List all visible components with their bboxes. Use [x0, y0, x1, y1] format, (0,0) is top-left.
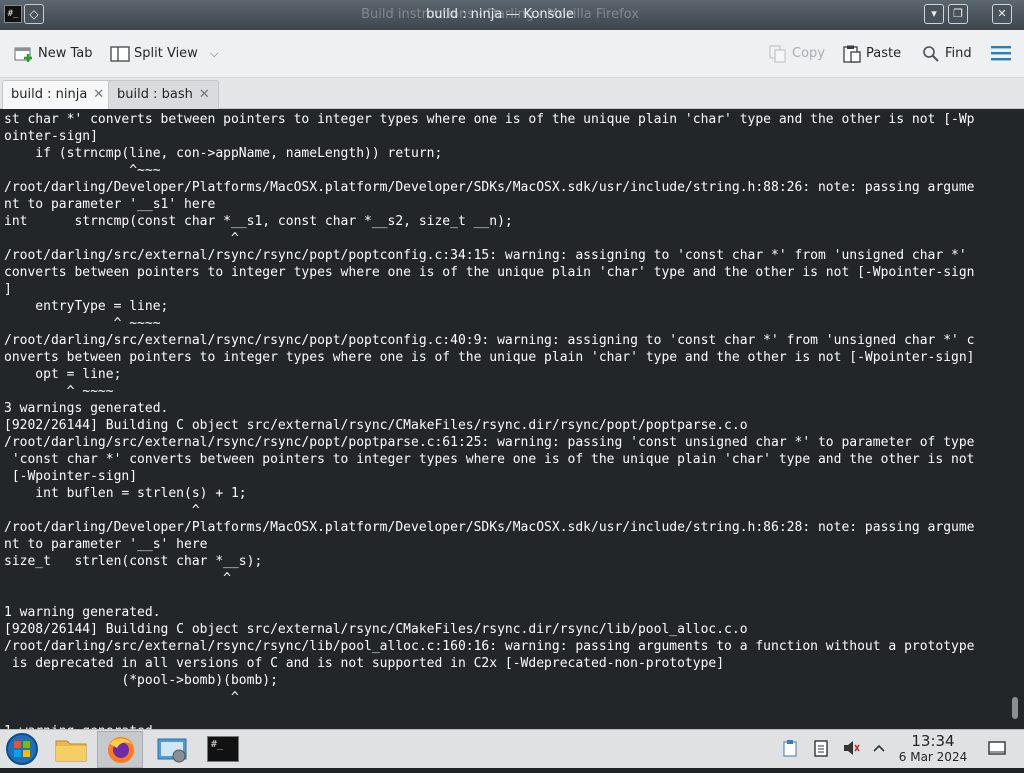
- system-settings-icon[interactable]: [149, 731, 195, 768]
- terminal-line: ^ ~~~~: [4, 316, 161, 331]
- find-icon: [921, 45, 941, 63]
- terminal-line: int strncmp(const char *__s1, const char…: [4, 214, 513, 229]
- paste-icon: [842, 45, 862, 63]
- split-view-icon: [110, 45, 130, 63]
- terminal-line: ]: [4, 282, 12, 297]
- start-menu-icon[interactable]: [0, 731, 46, 768]
- new-tab-button[interactable]: New Tab: [14, 42, 93, 66]
- terminal-output: st char *' converts between pointers to …: [4, 111, 1000, 729]
- find-button[interactable]: Find: [921, 42, 972, 66]
- terminal-line: [9208/26144] Building C object src/exter…: [4, 622, 748, 637]
- terminal-line: ^: [4, 690, 239, 705]
- maximize-icon[interactable]: ❐: [948, 4, 968, 24]
- notes-icon[interactable]: [812, 739, 830, 757]
- minimize-icon[interactable]: ▾: [924, 4, 944, 24]
- terminal-line: /root/darling/src/external/rsync/rsync/p…: [4, 248, 967, 263]
- konsole-icon[interactable]: #_: [4, 5, 22, 23]
- split-view-button[interactable]: Split View ⌵: [110, 42, 218, 66]
- find-label: Find: [945, 46, 972, 61]
- new-tab-label: New Tab: [38, 46, 93, 61]
- tab-build-bash[interactable]: build : bash ✕: [108, 80, 219, 109]
- show-desktop-icon[interactable]: [988, 739, 1006, 757]
- volume-muted-icon[interactable]: [842, 739, 860, 757]
- new-tab-icon: [14, 45, 34, 63]
- hamburger-menu-icon[interactable]: [990, 44, 1012, 68]
- window-title: build : ninja — Konsole: [426, 7, 574, 22]
- clock-date: 6 Mar 2024: [898, 750, 968, 764]
- paste-label: Paste: [866, 46, 902, 61]
- expand-tray-icon[interactable]: [870, 739, 888, 757]
- terminal-line: ^~~~: [4, 163, 161, 178]
- tab-bar: build : ninja ✕ build : bash ✕: [0, 78, 1024, 109]
- clipboard-icon[interactable]: [781, 739, 799, 757]
- terminal-line: 3 warnings generated.: [4, 401, 169, 416]
- firefox-icon[interactable]: [97, 731, 143, 768]
- terminal-task-label: #_: [207, 736, 239, 762]
- toolbar: New Tab Split View ⌵ Copy Paste Find: [0, 30, 1024, 78]
- terminal-line: entryType = line;: [4, 299, 169, 314]
- pin-icon[interactable]: ◇: [24, 4, 44, 24]
- terminal-line: 'const char *' converts between pointers…: [4, 452, 975, 467]
- close-icon[interactable]: ✕: [992, 4, 1012, 24]
- terminal-line: nt to parameter '__s' here: [4, 537, 208, 552]
- terminal-line: /root/darling/src/external/rsync/rsync/p…: [4, 333, 975, 348]
- terminal-line: ^: [4, 503, 200, 518]
- terminal-line: /root/darling/src/external/rsync/rsync/p…: [4, 435, 975, 450]
- clock[interactable]: 13:34 6 Mar 2024: [893, 733, 973, 765]
- terminal-line: is deprecated in all versions of C and i…: [4, 656, 725, 671]
- terminal-line: nt to parameter '__s1' here: [4, 197, 216, 212]
- terminal-line: opt = line;: [4, 367, 122, 382]
- terminal-line: /root/darling/Developer/Platforms/MacOSX…: [4, 520, 975, 535]
- tab-build-ninja[interactable]: build : ninja ✕: [2, 80, 114, 109]
- terminal-line: ^: [4, 231, 239, 246]
- taskbar: #_ 13:34 6 Mar 2024: [0, 729, 1024, 768]
- terminal-line: [9202/26144] Building C object src/exter…: [4, 418, 748, 433]
- tab-label: build : ninja: [11, 87, 88, 102]
- scrollbar[interactable]: [1012, 697, 1018, 719]
- terminal-view[interactable]: st char *' converts between pointers to …: [0, 109, 1024, 729]
- terminal-line: [-Wpointer-sign]: [4, 469, 138, 484]
- terminal-line: st char *' converts between pointers to …: [4, 112, 975, 127]
- terminal-icon[interactable]: #_: [200, 731, 246, 768]
- terminal-line: ^ ~~~~: [4, 384, 114, 399]
- split-view-label: Split View: [134, 46, 198, 61]
- clock-time: 13:34: [911, 732, 955, 750]
- terminal-line: onverts between pointers to integer type…: [4, 350, 975, 365]
- terminal-line: int buflen = strlen(s) + 1;: [4, 486, 247, 501]
- title-bar: #_ ◇ Build instructions - Darling - Mozi…: [0, 0, 1024, 30]
- paste-button[interactable]: Paste: [842, 42, 901, 66]
- tab-label: build : bash: [117, 87, 193, 102]
- terminal-line: /root/darling/Developer/Platforms/MacOSX…: [4, 180, 975, 195]
- close-tab-icon[interactable]: ✕: [199, 87, 210, 102]
- close-tab-icon[interactable]: ✕: [93, 87, 104, 102]
- terminal-line: if (strncmp(line, con->appName, nameLeng…: [4, 146, 443, 161]
- terminal-line: ointer-sign]: [4, 129, 98, 144]
- terminal-line: (*pool->bomb)(bomb);: [4, 673, 278, 688]
- terminal-line: /root/darling/src/external/rsync/rsync/l…: [4, 639, 975, 654]
- copy-icon: [768, 45, 788, 63]
- terminal-line: 1 warning generated.: [4, 605, 161, 620]
- file-manager-icon[interactable]: [48, 731, 94, 768]
- terminal-line: converts between pointers to integer typ…: [4, 265, 975, 280]
- copy-label: Copy: [792, 46, 825, 61]
- terminal-line: ^: [4, 571, 231, 586]
- chevron-down-icon[interactable]: ⌵: [210, 47, 218, 60]
- terminal-line: size_t strlen(const char *__s);: [4, 554, 263, 569]
- copy-button[interactable]: Copy: [768, 42, 825, 66]
